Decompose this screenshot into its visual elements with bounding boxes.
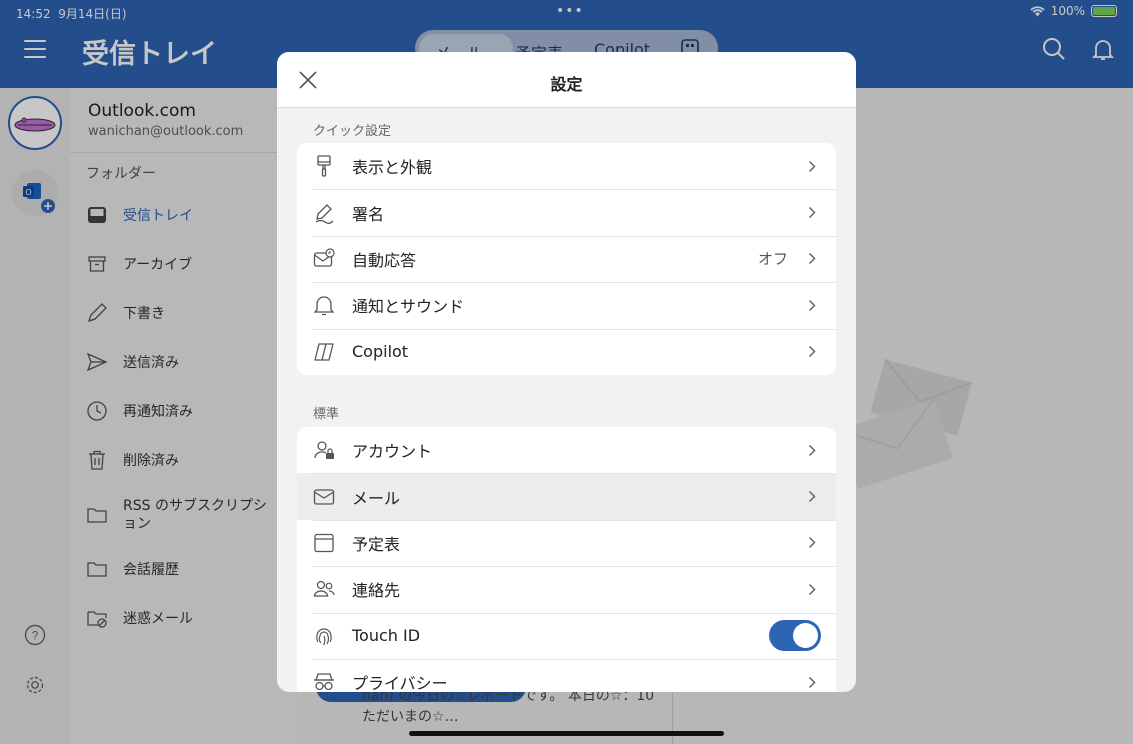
chevron-right-icon: [802, 252, 822, 265]
section-standard: 標準: [313, 407, 340, 422]
chevron-right-icon: [802, 676, 822, 689]
settings-row-account[interactable]: アカウント: [297, 427, 836, 473]
settings-row-mail[interactable]: メール: [297, 473, 836, 520]
account-icon: [313, 439, 335, 461]
contacts-icon: [313, 578, 335, 600]
chevron-right-icon: [802, 345, 822, 358]
settings-row-contacts[interactable]: 連絡先: [297, 566, 836, 612]
settings-row-touch-id: Touch ID: [297, 612, 836, 659]
privacy-icon: [313, 671, 335, 692]
chevron-right-icon: [802, 299, 822, 312]
settings-row-auto-reply[interactable]: 自動応答 オフ: [297, 235, 836, 282]
settings-row-privacy[interactable]: プライバシー: [297, 658, 836, 692]
modal-header: 設定: [277, 52, 856, 108]
chevron-right-icon: [802, 206, 822, 219]
modal-title: 設定: [550, 75, 583, 94]
fingerprint-icon: [313, 625, 335, 647]
quick-settings-group: 表示と外観 署名 自動応答 オフ 通知とサウンド Copilot: [297, 143, 836, 375]
touch-id-toggle[interactable]: [769, 620, 821, 652]
settings-row-signature[interactable]: 署名: [297, 189, 836, 235]
settings-row-copilot[interactable]: Copilot: [297, 328, 836, 375]
settings-modal: 設定 クイック設定 表示と外観 署名 自動応答 オフ 通知とサウンド Copil…: [277, 52, 856, 692]
settings-row-calendar[interactable]: 予定表: [297, 519, 836, 566]
standard-settings-group: アカウント メール 予定表 連絡先 Touch ID プライバシー: [297, 427, 836, 692]
section-quick-settings: クイック設定: [313, 124, 392, 139]
chevron-right-icon: [802, 444, 822, 457]
home-indicator[interactable]: [409, 731, 724, 736]
calendar-icon: [313, 532, 335, 554]
bell-icon: [313, 294, 335, 316]
settings-row-appearance[interactable]: 表示と外観: [297, 143, 836, 189]
chevron-right-icon: [802, 536, 822, 549]
settings-row-notifications[interactable]: 通知とサウンド: [297, 282, 836, 328]
copilot-icon: [313, 341, 335, 363]
chevron-right-icon: [802, 160, 822, 173]
auto-reply-status: オフ: [757, 250, 788, 269]
chevron-right-icon: [802, 490, 822, 503]
signature-icon: [313, 202, 335, 224]
auto-reply-icon: [313, 248, 335, 270]
paintbrush-icon: [313, 155, 335, 177]
chevron-right-icon: [802, 583, 822, 596]
mail-icon: [313, 486, 335, 508]
